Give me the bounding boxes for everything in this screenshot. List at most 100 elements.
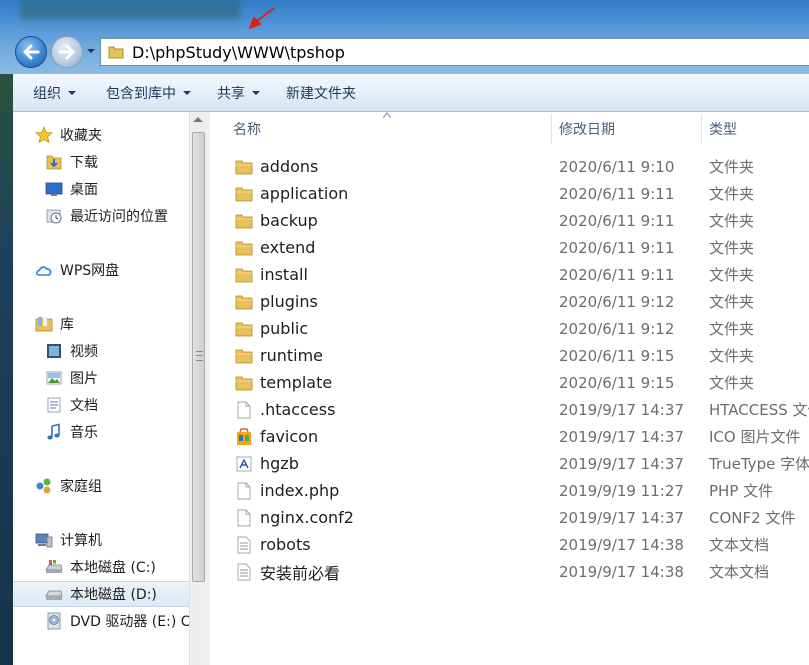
nav-music[interactable]: 音乐 xyxy=(45,420,98,444)
file-date: 2019/9/17 14:38 xyxy=(559,562,684,581)
file-row[interactable]: public 2020/6/11 9:12 文件夹 xyxy=(210,315,809,342)
include-in-library-label: 包含到库中 xyxy=(106,85,176,102)
file-name: addons xyxy=(260,157,319,176)
file-date: 2020/6/11 9:15 xyxy=(559,346,675,365)
nav-drive-e[interactable]: DVD 驱动器 (E:) C xyxy=(45,609,191,633)
address-bar[interactable]: D:\phpStudy\WWW\tpshop xyxy=(100,38,809,66)
file-date: 2019/9/17 14:38 xyxy=(559,535,684,554)
folder-icon xyxy=(235,268,253,282)
file-type: 文件夹 xyxy=(709,158,755,176)
file-date: 2020/6/11 9:12 xyxy=(559,319,675,338)
column-date-label: 修改日期 xyxy=(559,122,615,138)
file-type: 文件夹 xyxy=(709,266,755,284)
organize-button[interactable]: 组织 xyxy=(23,78,86,108)
file-row[interactable]: hgzb 2019/9/17 14:37 TrueType 字体文件 xyxy=(210,450,809,477)
file-type: 文件夹 xyxy=(709,185,755,203)
file-name: hgzb xyxy=(260,454,299,473)
nav-pictures[interactable]: 图片 xyxy=(45,366,98,390)
sort-ascending-icon xyxy=(383,112,391,118)
file-row[interactable]: nginx.conf2 2019/9/17 14:37 CONF2 文件 xyxy=(210,504,809,531)
file-name: runtime xyxy=(260,346,324,365)
star-icon xyxy=(35,126,53,144)
file-row[interactable]: 安装前必看 2019/9/17 14:38 文本文档 xyxy=(210,558,809,585)
file-row[interactable]: extend 2020/6/11 9:11 文件夹 xyxy=(210,234,809,261)
nav-computer[interactable]: 计算机 xyxy=(35,528,102,552)
file-date: 2019/9/17 14:37 xyxy=(559,454,684,473)
nav-drive-d[interactable]: 本地磁盘 (D:) xyxy=(45,582,157,606)
chevron-down-icon xyxy=(183,90,191,95)
nav-recent-places[interactable]: 最近访问的位置 xyxy=(45,204,168,228)
column-divider[interactable] xyxy=(551,114,552,144)
nav-desktop[interactable]: 桌面 xyxy=(45,177,98,201)
share-button[interactable]: 共享 xyxy=(207,78,270,108)
file-type: PHP 文件 xyxy=(709,482,774,500)
file-list: 名称 修改日期 类型 addons 2020/6/11 9:10 文件夹 applic… xyxy=(210,112,809,665)
nav-drive-d-label: 本地磁盘 (D:) xyxy=(70,587,157,603)
nav-documents[interactable]: 文档 xyxy=(45,393,98,417)
file-type: ICO 图片文件 xyxy=(709,428,801,446)
nav-homegroup-label: 家庭组 xyxy=(60,479,102,495)
file-name-cell: .htaccess xyxy=(235,396,335,423)
file-row[interactable]: addons 2020/6/11 9:10 文件夹 xyxy=(210,153,809,180)
file-row[interactable]: index.php 2019/9/19 11:27 PHP 文件 xyxy=(210,477,809,504)
forward-button[interactable] xyxy=(51,36,83,68)
file-date: 2020/6/11 9:11 xyxy=(559,238,675,257)
file-name: plugins xyxy=(260,292,318,311)
dvd-drive-icon xyxy=(47,612,61,630)
history-dropdown-icon[interactable] xyxy=(86,46,96,56)
file-row[interactable]: plugins 2020/6/11 9:12 文件夹 xyxy=(210,288,809,315)
nav-drive-c[interactable]: 本地磁盘 (C:) xyxy=(45,555,156,579)
column-divider[interactable] xyxy=(701,114,702,144)
file-row[interactable]: favicon 2019/9/17 14:37 ICO 图片文件 xyxy=(210,423,809,450)
file-row[interactable]: template 2020/6/11 9:15 文件夹 xyxy=(210,369,809,396)
file-row[interactable]: application 2020/6/11 9:11 文件夹 xyxy=(210,180,809,207)
file-type: 文件夹 xyxy=(709,374,755,392)
file-row[interactable]: runtime 2020/6/11 9:15 文件夹 xyxy=(210,342,809,369)
file-row[interactable]: .htaccess 2019/9/17 14:37 HTACCESS 文件 xyxy=(210,396,809,423)
folder-icon xyxy=(235,349,253,363)
share-label: 共享 xyxy=(217,85,245,102)
file-name-cell: addons xyxy=(235,153,318,180)
file-name-cell: template xyxy=(235,369,332,396)
nav-wps-cloud[interactable]: WPS网盘 xyxy=(35,258,119,282)
folder-icon xyxy=(235,214,253,228)
nav-scrollbar[interactable] xyxy=(189,112,207,665)
new-folder-button[interactable]: 新建文件夹 xyxy=(276,78,366,108)
file-type: TrueType 字体文件 xyxy=(709,455,809,473)
nav-homegroup[interactable]: 家庭组 xyxy=(35,474,102,498)
file-name: extend xyxy=(260,238,316,257)
file-date: 2019/9/19 11:27 xyxy=(559,481,684,500)
navigation-pane: 收藏夹 下载 桌面 最近访问的位置 WPS网盘 库 视频 图片 文档 音乐 家庭… xyxy=(13,112,191,665)
nav-favorites[interactable]: 收藏夹 xyxy=(35,123,102,147)
font-file-icon xyxy=(236,456,252,471)
scroll-thumb[interactable] xyxy=(192,132,205,582)
column-header-name[interactable]: 名称 xyxy=(233,112,261,146)
column-header-type[interactable]: 类型 xyxy=(709,112,737,146)
nav-desktop-label: 桌面 xyxy=(70,182,98,198)
nav-documents-label: 文档 xyxy=(70,398,98,414)
file-name: 安装前必看 xyxy=(260,563,341,583)
file-row[interactable]: robots 2019/9/17 14:38 文本文档 xyxy=(210,531,809,558)
folder-icon xyxy=(235,376,253,390)
include-in-library-button[interactable]: 包含到库中 xyxy=(96,78,201,108)
desktop-icon xyxy=(45,182,63,196)
file-type: 文件夹 xyxy=(709,320,755,338)
nav-downloads-label: 下载 xyxy=(70,155,98,171)
nav-libraries-label: 库 xyxy=(60,317,74,333)
file-name: favicon xyxy=(260,427,319,446)
nav-libraries[interactable]: 库 xyxy=(35,312,74,336)
folder-icon xyxy=(235,241,253,255)
column-header-date[interactable]: 修改日期 xyxy=(559,112,615,146)
arrow-left-icon xyxy=(23,44,40,60)
arrow-right-icon xyxy=(58,44,75,60)
folder-icon xyxy=(235,187,253,201)
back-button[interactable] xyxy=(15,36,47,68)
scroll-up-icon[interactable] xyxy=(193,117,203,122)
file-date: 2020/6/11 9:12 xyxy=(559,292,675,311)
nav-videos[interactable]: 视频 xyxy=(45,339,98,363)
nav-downloads[interactable]: 下载 xyxy=(45,150,98,174)
address-path[interactable]: D:\phpStudy\WWW\tpshop xyxy=(132,43,345,62)
file-row[interactable]: install 2020/6/11 9:11 文件夹 xyxy=(210,261,809,288)
file-row[interactable]: backup 2020/6/11 9:11 文件夹 xyxy=(210,207,809,234)
file-date: 2020/6/11 9:11 xyxy=(559,184,675,203)
